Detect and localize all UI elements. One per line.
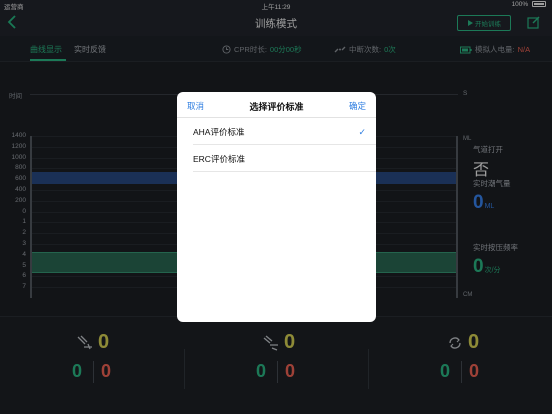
option-erc-label: ERC评价标准 — [193, 154, 245, 164]
option-aha-label: AHA评价标准 — [193, 127, 245, 137]
option-erc[interactable]: ERC评价标准 — [193, 146, 376, 172]
dialog-title: 选择评价标准 — [249, 102, 304, 112]
confirm-button[interactable]: 确定 — [349, 100, 366, 112]
option-aha[interactable]: AHA评价标准 ✓ — [193, 119, 376, 145]
checkmark-icon: ✓ — [358, 127, 366, 137]
dialog-header: 选择评价标准 取消 确定 — [177, 92, 376, 118]
evaluation-standard-dialog: 选择评价标准 取消 确定 AHA评价标准 ✓ ERC评价标准 — [177, 92, 376, 322]
cancel-button[interactable]: 取消 — [187, 100, 204, 112]
